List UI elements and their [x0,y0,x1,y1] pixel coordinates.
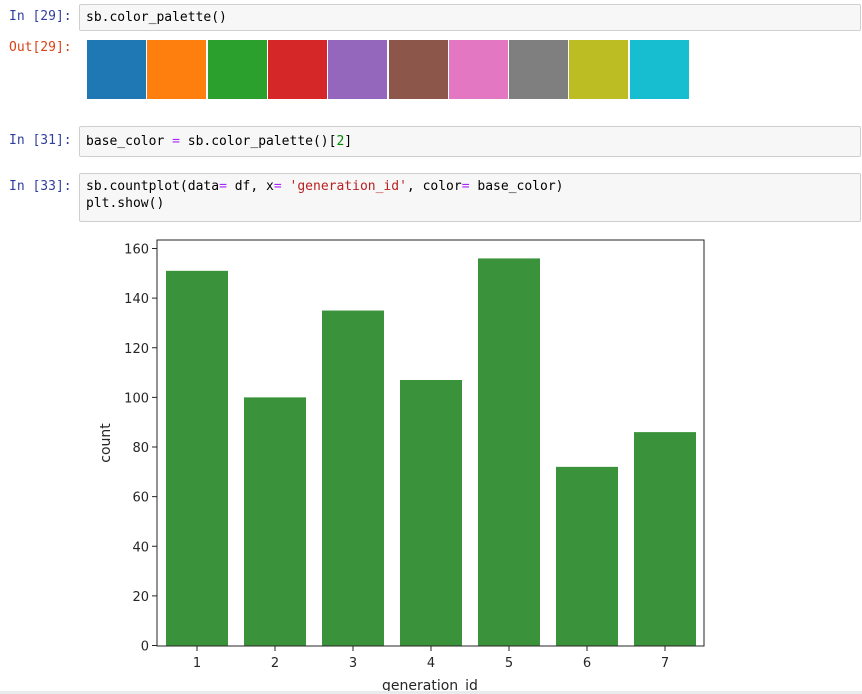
y-tick-label: 120 [124,342,149,357]
y-tick-label: 100 [124,391,149,406]
countplot-chart: 020406080100120140160 1234567 count gene… [98,239,705,694]
bar-gen-7 [634,432,696,646]
y-tick-label: 20 [132,590,149,605]
y-axis-ticks: 0 20 40 60 80 100 120 140 160 [124,243,157,655]
bar-gen-6 [556,466,618,646]
x-axis-ticks: 1 2 3 4 5 6 7 [193,646,669,671]
chart-bars [166,258,696,646]
y-tick-label: 40 [132,540,149,555]
x-tick-label: 5 [505,656,513,671]
x-tick-label: 3 [349,656,357,671]
y-tick-label: 80 [132,441,149,456]
x-tick-label: 1 [193,656,201,671]
bar-gen-4 [400,380,462,646]
y-tick-label: 0 [141,640,149,655]
bar-gen-2 [244,397,306,646]
bar-gen-5 [478,258,540,646]
x-tick-label: 4 [427,656,435,671]
y-tick-label: 60 [132,491,149,506]
x-tick-label: 7 [661,656,669,671]
x-tick-label: 2 [271,656,279,671]
bar-gen-1 [166,270,228,646]
y-tick-label: 160 [124,243,149,258]
y-tick-label: 140 [124,292,149,307]
y-axis-label: count [98,423,114,463]
bar-gen-3 [322,310,384,646]
x-tick-label: 6 [583,656,591,671]
